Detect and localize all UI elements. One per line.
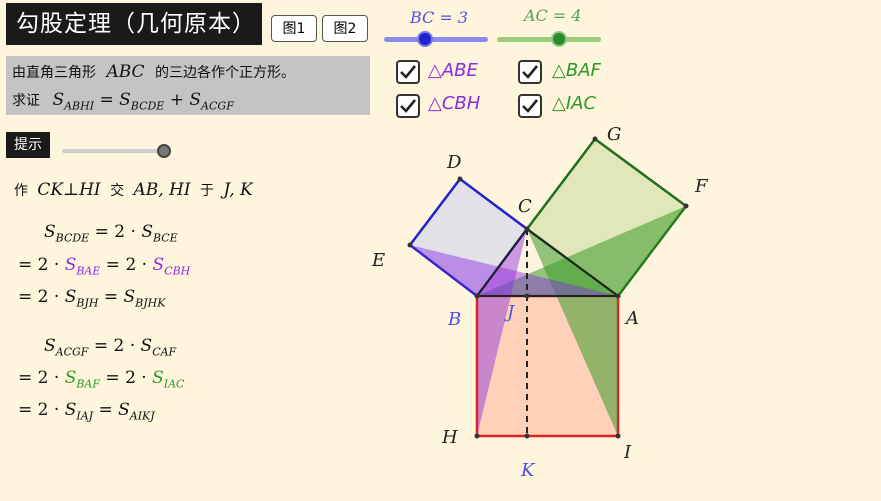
point-g <box>592 136 598 142</box>
point-b <box>474 293 480 299</box>
point-k <box>524 433 530 439</box>
point-e <box>407 242 413 248</box>
geometry-figure: A B C D E F G H I J K <box>371 124 709 481</box>
label-e: E <box>371 250 385 271</box>
label-b: B <box>447 309 461 330</box>
label-c: C <box>518 196 532 217</box>
label-i: I <box>623 442 632 463</box>
point-a <box>615 293 621 299</box>
label-g: G <box>607 124 621 145</box>
label-f: F <box>694 176 709 197</box>
point-c <box>524 226 530 232</box>
point-d <box>457 176 463 182</box>
point-j <box>524 293 530 299</box>
label-d: D <box>446 152 462 173</box>
point-h <box>474 433 480 439</box>
point-f <box>683 203 689 209</box>
label-h: H <box>441 427 458 448</box>
label-k: K <box>520 460 536 481</box>
label-a: A <box>624 308 639 329</box>
point-i <box>615 433 621 439</box>
